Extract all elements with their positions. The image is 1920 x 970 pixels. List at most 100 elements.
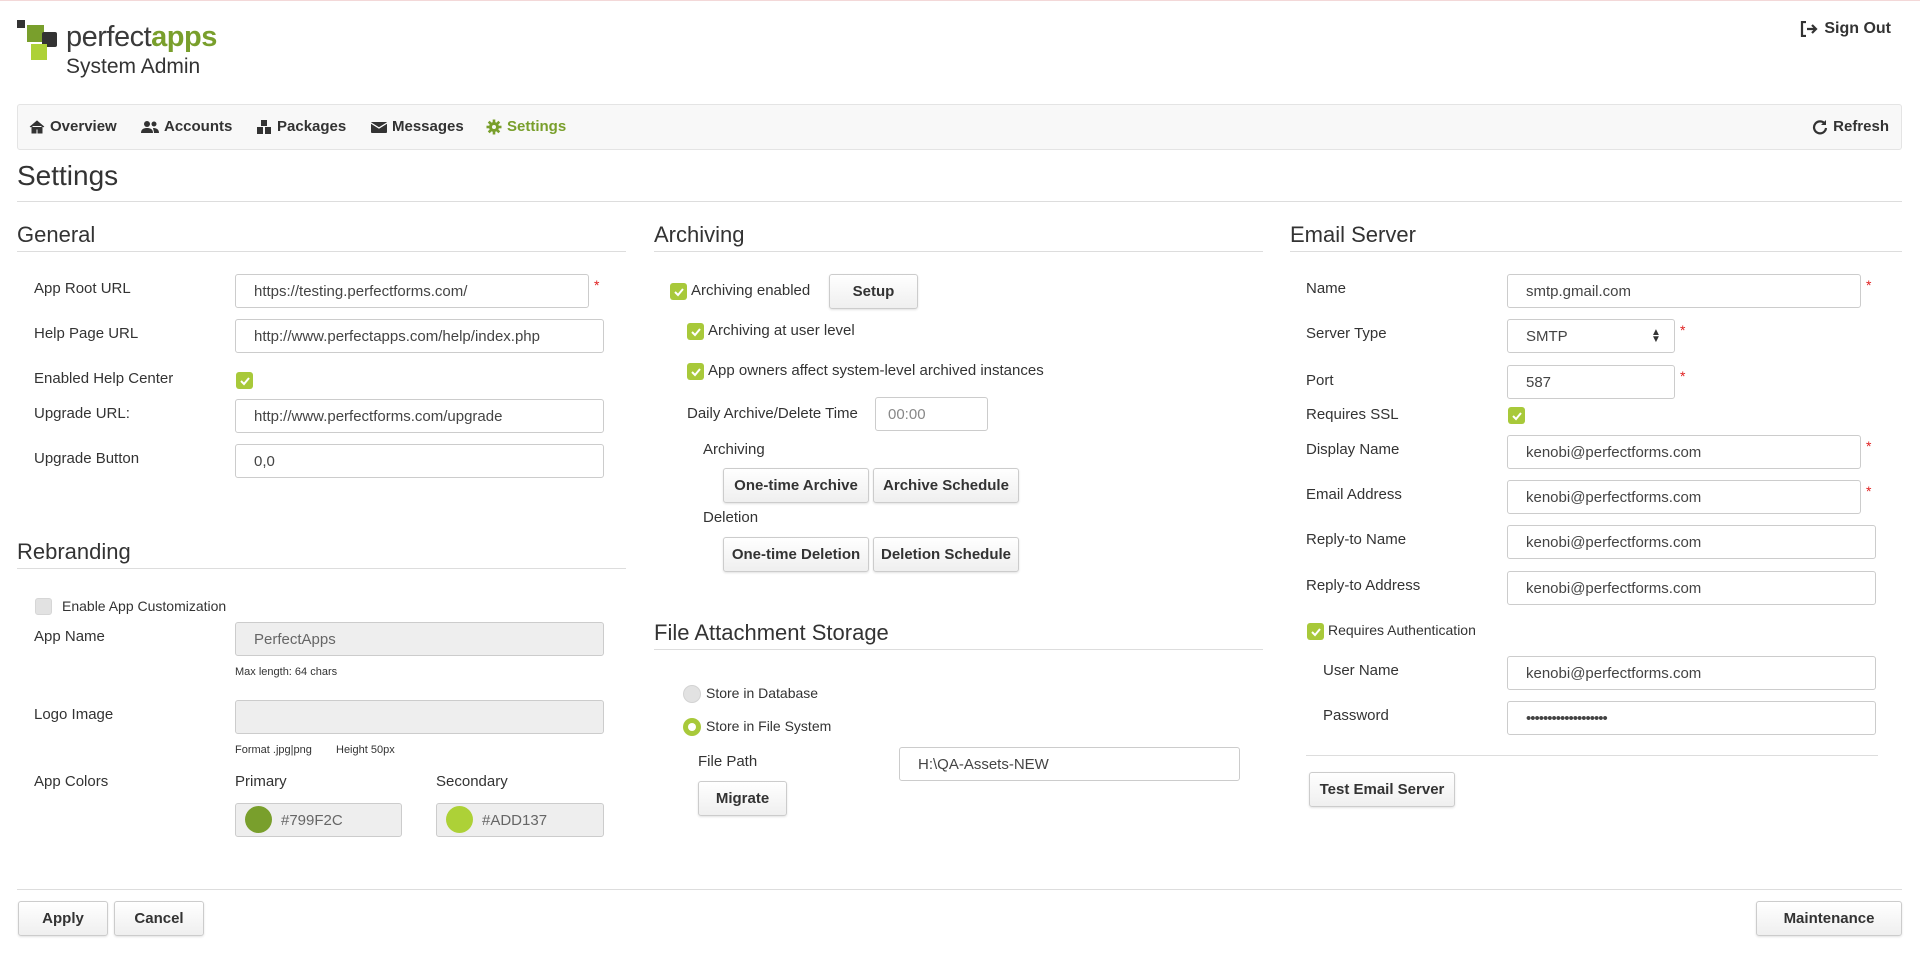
upgrade-url-input[interactable]: http://www.perfectforms.com/upgrade (235, 399, 604, 433)
nav-accounts[interactable]: Accounts (141, 118, 232, 135)
logo-height-hint: Height 50px (336, 744, 395, 756)
email-server-divider (1290, 251, 1902, 252)
general-divider (17, 251, 626, 252)
gear-icon (486, 119, 502, 134)
file-path-input[interactable]: H:\QA-Assets-NEW (899, 747, 1240, 781)
nav-settings[interactable]: Settings (486, 118, 566, 135)
archiving-user-level-checkbox[interactable] (687, 323, 704, 340)
requires-ssl-checkbox[interactable] (1508, 407, 1525, 424)
one-time-deletion-button[interactable]: One-time Deletion (723, 537, 869, 572)
logo-icon (17, 20, 59, 60)
requires-authentication-label: Requires Authentication (1328, 622, 1476, 638)
rebranding-section-title: Rebranding (17, 539, 131, 564)
general-section-title: General (17, 222, 96, 247)
users-icon (141, 120, 159, 133)
password-label: Password (1323, 707, 1389, 724)
help-page-url-input[interactable]: http://www.perfectapps.com/help/index.ph… (235, 319, 604, 353)
required-marker: * (1866, 483, 1872, 499)
required-marker: * (1680, 368, 1686, 384)
page-title-divider (17, 201, 1902, 202)
port-input[interactable]: 587 (1507, 365, 1675, 399)
select-caret-icon: ▲ ▼ (1651, 327, 1661, 345)
required-marker: * (594, 277, 600, 293)
cancel-button[interactable]: Cancel (114, 901, 204, 936)
primary-color-swatch[interactable] (245, 806, 272, 833)
brand-logo-text: perfectapps (66, 21, 217, 53)
nav-packages[interactable]: Packages (256, 118, 346, 135)
password-input[interactable]: ••••••••••••••••••• (1507, 701, 1876, 735)
email-server-section-title: Email Server (1290, 222, 1416, 247)
app-name-hint: Max length: 64 chars (235, 666, 338, 678)
reply-to-name-input[interactable]: kenobi@perfectforms.com (1507, 525, 1876, 559)
nav-accounts-label: Accounts (164, 118, 233, 135)
migrate-button[interactable]: Migrate (698, 781, 787, 816)
archiving-enabled-checkbox[interactable] (670, 283, 687, 300)
port-label: Port (1306, 372, 1334, 389)
sign-out-label: Sign Out (1824, 20, 1891, 37)
cubes-icon (257, 119, 271, 134)
main-navbar: Overview Accounts Packages Messages Sett… (17, 104, 1902, 150)
server-type-select[interactable]: SMTP (1507, 319, 1675, 353)
help-page-url-label: Help Page URL (34, 325, 139, 342)
requires-authentication-checkbox[interactable] (1307, 623, 1324, 640)
archiving-subsection-label: Archiving (703, 441, 765, 458)
display-name-label: Display Name (1306, 441, 1400, 458)
archive-schedule-button[interactable]: Archive Schedule (873, 468, 1019, 503)
archiving-user-level-label: Archiving at user level (708, 322, 855, 339)
app-root-url-input[interactable]: https://testing.perfectforms.com/ (235, 274, 589, 308)
deletion-schedule-button[interactable]: Deletion Schedule (873, 537, 1019, 572)
email-auth-divider (1306, 755, 1878, 756)
checkmark-icon (1310, 627, 1321, 636)
app-root-url-label: App Root URL (34, 280, 131, 297)
rebranding-divider (17, 568, 626, 569)
owners-affect-checkbox[interactable] (687, 363, 704, 380)
server-type-value: SMTP (1526, 327, 1568, 345)
nav-messages[interactable]: Messages (371, 118, 464, 135)
requires-ssl-label: Requires SSL (1306, 406, 1399, 423)
nav-overview[interactable]: Overview (29, 118, 117, 135)
store-in-database-radio[interactable] (683, 685, 701, 703)
daily-time-label: Daily Archive/Delete Time (687, 405, 858, 422)
secondary-color-swatch[interactable] (446, 806, 473, 833)
owners-affect-label: App owners affect system-level archived … (708, 362, 1044, 379)
user-name-input[interactable]: kenobi@perfectforms.com (1507, 656, 1876, 690)
app-name-label: App Name (34, 628, 105, 645)
reply-to-address-label: Reply-to Address (1306, 577, 1421, 594)
enable-app-customization-label: Enable App Customization (62, 598, 227, 614)
email-name-input[interactable]: smtp.gmail.com (1507, 274, 1861, 308)
logo-image-input[interactable] (235, 700, 604, 734)
app-colors-label: App Colors (34, 773, 109, 790)
logo-image-label: Logo Image (34, 706, 114, 723)
setup-button[interactable]: Setup (829, 274, 918, 309)
enable-app-customization-checkbox[interactable] (35, 598, 52, 615)
email-address-input[interactable]: kenobi@perfectforms.com (1507, 480, 1861, 514)
one-time-archive-button[interactable]: One-time Archive (723, 468, 869, 503)
checkmark-icon (673, 287, 684, 296)
refresh-button[interactable]: Refresh (1812, 118, 1889, 135)
home-icon (29, 119, 45, 133)
enabled-help-center-label: Enabled Help Center (34, 370, 174, 387)
store-in-database-label: Store in Database (706, 685, 819, 701)
required-marker: * (1866, 438, 1872, 454)
page-title: Settings (17, 160, 119, 191)
refresh-label: Refresh (1833, 118, 1889, 135)
upgrade-button-input[interactable]: 0,0 (235, 444, 604, 478)
email-address-label: Email Address (1306, 486, 1402, 503)
display-name-input[interactable]: kenobi@perfectforms.com (1507, 435, 1861, 469)
app-name-input[interactable]: PerfectApps (235, 622, 604, 656)
store-in-file-system-radio[interactable] (683, 718, 701, 736)
archiving-enabled-label: Archiving enabled (691, 282, 811, 299)
enabled-help-center-checkbox[interactable] (236, 372, 253, 389)
maintenance-button[interactable]: Maintenance (1756, 901, 1902, 936)
checkmark-icon (690, 367, 701, 376)
nav-messages-label: Messages (392, 118, 464, 135)
nav-packages-label: Packages (277, 118, 347, 135)
file-path-label: File Path (698, 753, 758, 770)
test-email-server-button[interactable]: Test Email Server (1309, 772, 1455, 807)
nav-settings-label: Settings (507, 118, 567, 135)
reply-to-address-input[interactable]: kenobi@perfectforms.com (1507, 571, 1876, 605)
sign-out-button[interactable]: Sign Out (1800, 20, 1891, 38)
apply-button[interactable]: Apply (18, 901, 108, 936)
upgrade-url-label: Upgrade URL: (34, 405, 130, 422)
daily-time-input[interactable]: 00:00 (875, 397, 988, 431)
